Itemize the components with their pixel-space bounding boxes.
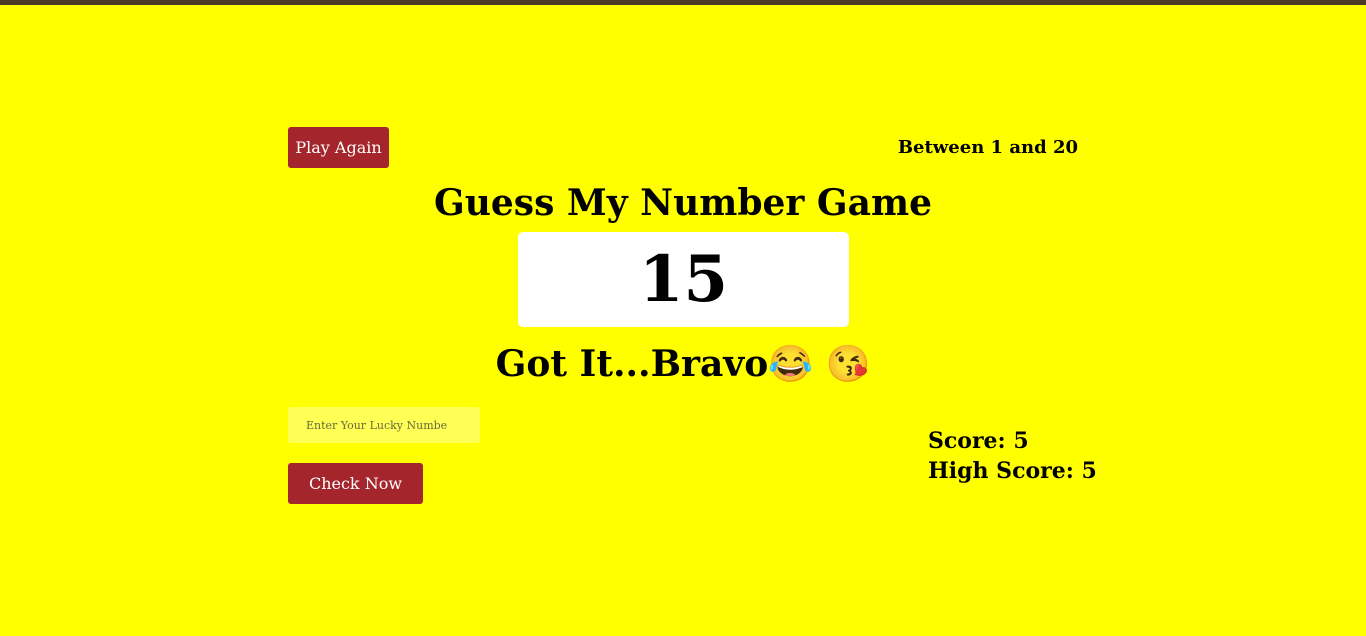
score-text: Score: 5 bbox=[928, 428, 1029, 454]
page-title: Guess My Number Game bbox=[433, 182, 932, 224]
secret-number: 15 bbox=[638, 242, 729, 317]
check-now-button[interactable]: Check Now bbox=[288, 463, 423, 504]
play-again-button[interactable]: Play Again bbox=[288, 127, 389, 168]
high-score-text: High Score: 5 bbox=[928, 458, 1097, 484]
guess-input[interactable] bbox=[288, 407, 480, 443]
secret-number-box: 15 bbox=[518, 232, 849, 327]
range-text: Between 1 and 20 bbox=[897, 137, 1078, 158]
score-panel: Score: 5 High Score: 5 bbox=[928, 426, 1097, 486]
top-strip bbox=[0, 0, 1366, 5]
result-message: Got It...Bravo😂 😘 bbox=[495, 343, 871, 385]
